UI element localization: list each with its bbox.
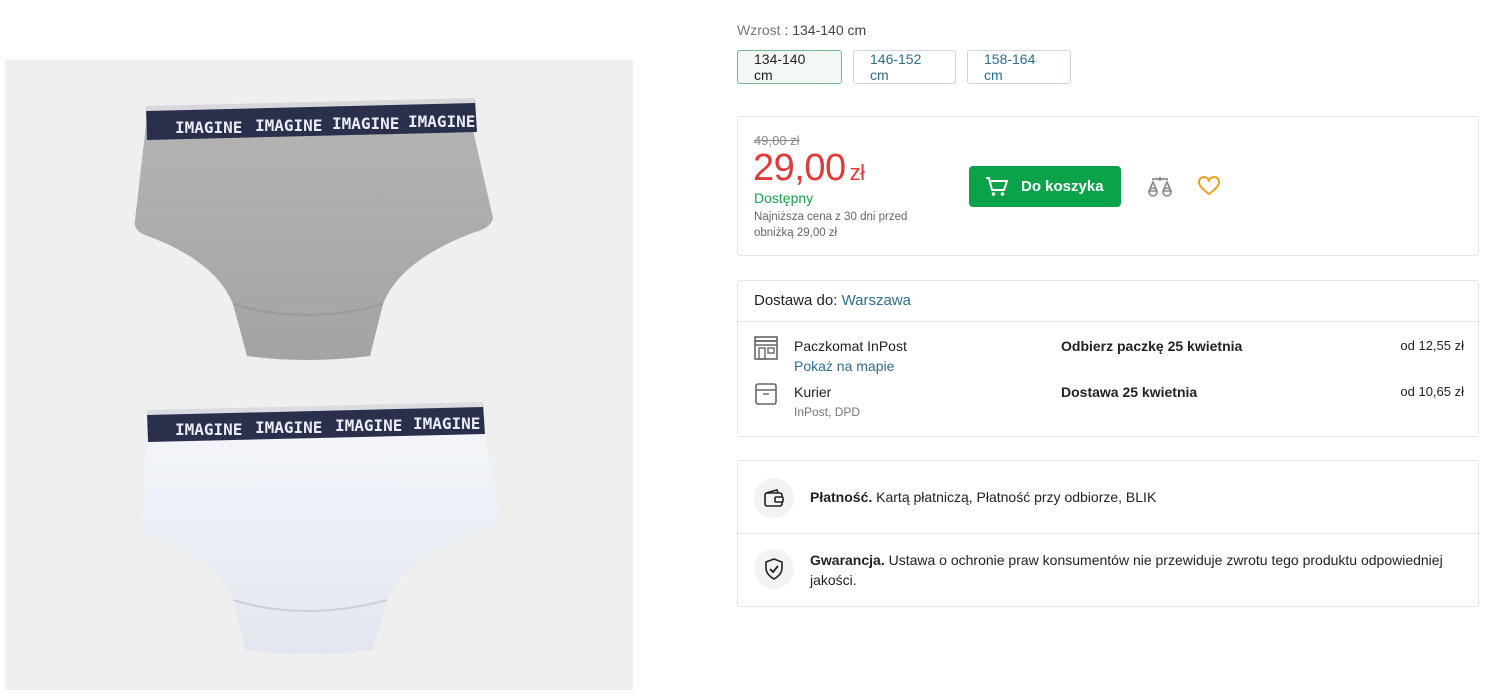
delivery-option-cost: od 10,65 zł	[1400, 384, 1464, 399]
size-options: 134-140 cm 146-152 cm 158-164 cm	[737, 50, 1071, 84]
old-price: 49,00 zł	[754, 133, 800, 148]
waistband-text: IMAGINE	[175, 118, 242, 137]
size-selected-value: 134-140 cm	[792, 22, 867, 38]
shield-check-icon	[754, 549, 794, 589]
add-to-cart-label: Do koszyka	[1021, 178, 1104, 195]
delivery-option-courier: Kurier InPost, DPD Dostawa 25 kwietnia o…	[738, 382, 1480, 422]
delivery-option-name: Paczkomat InPost	[794, 338, 907, 354]
delivery-heading: Dostawa do: Warszawa	[738, 281, 1478, 322]
payment-text: Płatność. Kartą płatniczą, Płatność przy…	[810, 487, 1460, 507]
compare-icon[interactable]	[1146, 175, 1174, 199]
warranty-description: Ustawa o ochronie praw konsumentów nie p…	[810, 552, 1443, 588]
waistband-text: IMAGINE	[408, 112, 475, 131]
heart-icon[interactable]	[1197, 175, 1221, 197]
delivery-option-inpost: Paczkomat InPost Pokaż na mapie Odbierz …	[738, 336, 1480, 376]
payment-info: Płatność. Kartą płatniczą, Płatność przy…	[738, 461, 1478, 534]
product-photo: IMAGINE IMAGINE IMAGINE IMAGINE IMAGINE …	[134, 98, 499, 654]
delivery-option-carriers: InPost, DPD	[794, 405, 861, 419]
size-option-158-164[interactable]: 158-164 cm	[967, 50, 1071, 84]
waistband-text: IMAGINE	[413, 414, 480, 433]
availability-status: Dostępny	[754, 190, 814, 206]
lowest-price-note: Najniższa cena z 30 dni przed obniżką 29…	[754, 211, 908, 239]
courier-box-icon	[755, 383, 777, 405]
waistband-text: IMAGINE	[332, 114, 399, 133]
product-image[interactable]: IMAGINE IMAGINE IMAGINE IMAGINE IMAGINE …	[5, 60, 633, 690]
delivery-option-cost: od 12,55 zł	[1400, 338, 1464, 353]
price-box: 49,00 zł 29,00 zł Dostępny Najniższa cena…	[737, 116, 1479, 256]
waistband-text: IMAGINE	[175, 420, 242, 439]
add-to-cart-button[interactable]: Do koszyka	[969, 166, 1121, 207]
warranty-info: Gwarancja. Ustawa o ochronie praw konsum…	[738, 534, 1478, 607]
warranty-title: Gwarancja.	[810, 552, 885, 568]
warranty-text: Gwarancja. Ustawa o ochronie praw konsum…	[810, 550, 1460, 590]
delivery-box: Dostawa do: Warszawa Paczkomat InPost Po…	[737, 280, 1479, 437]
waistband-text: IMAGINE	[255, 116, 322, 135]
delivery-option-name: Kurier	[794, 384, 832, 400]
delivery-city-link[interactable]: Warszawa	[842, 292, 911, 309]
price-currency: zł	[849, 160, 865, 185]
size-option-134-140[interactable]: 134-140 cm	[737, 50, 842, 84]
cart-icon	[986, 176, 1008, 196]
price-value: 29,00	[753, 147, 846, 189]
waistband-text: IMAGINE	[255, 418, 322, 437]
payment-title: Płatność.	[810, 489, 873, 505]
show-on-map-link[interactable]: Pokaż na mapie	[794, 358, 894, 374]
waistband-text: IMAGINE	[335, 416, 402, 435]
info-box: Płatność. Kartą płatniczą, Płatność przy…	[737, 460, 1479, 607]
wallet-icon	[754, 478, 794, 518]
parcel-locker-icon	[754, 336, 778, 360]
size-label-sep: :	[780, 22, 793, 38]
delivery-heading-prefix: Dostawa do:	[754, 292, 838, 309]
payment-methods: Kartą płatniczą, Płatność przy odbiorze,…	[876, 489, 1157, 505]
delivery-option-date: Odbierz paczkę 25 kwietnia	[1061, 338, 1243, 354]
delivery-option-date: Dostawa 25 kwietnia	[1061, 384, 1198, 400]
size-option-146-152[interactable]: 146-152 cm	[853, 50, 956, 84]
size-label-name: Wzrost	[737, 22, 781, 38]
size-label: Wzrost : 134-140 cm	[737, 22, 866, 38]
current-price: 29,00 zł	[753, 147, 865, 190]
